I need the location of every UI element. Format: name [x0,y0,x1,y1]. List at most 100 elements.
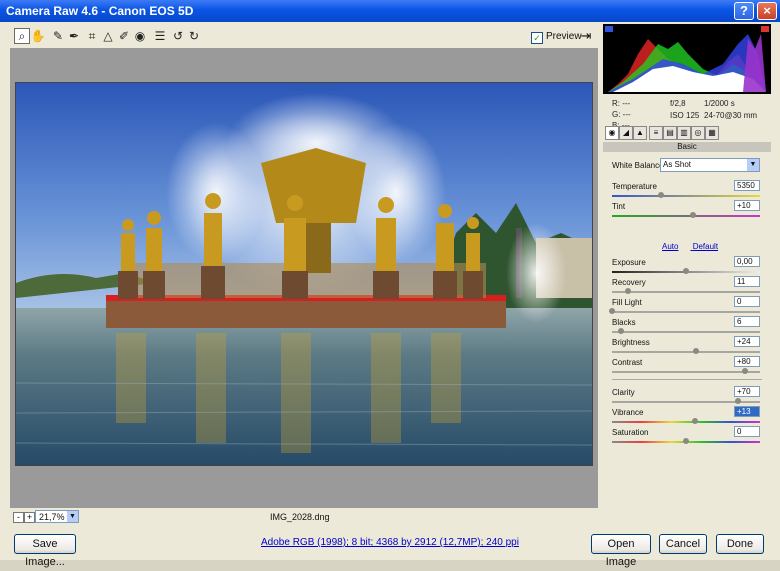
slider-label: Tint [612,202,626,211]
tab-detail[interactable]: ▲ [633,126,647,140]
slider-track[interactable] [612,215,760,217]
title-bar: Camera Raw 4.6 - Canon EOS 5D ? × [0,0,780,22]
slider-value-field[interactable]: 11 [734,276,760,287]
workflow-options-link[interactable]: Adobe RGB (1998); 8 bit; 4368 by 2912 (1… [220,537,560,548]
slider-thumb[interactable] [734,398,741,404]
slider-value-field[interactable]: 5350 [734,180,760,191]
zoom-out-button[interactable]: - [13,512,24,523]
aperture: f/2,8 [670,99,686,108]
slider-track[interactable] [612,195,760,197]
slider-value-field[interactable]: +10 [734,200,760,211]
preview-checkbox[interactable]: ✓ [531,32,543,44]
tab-presets[interactable]: ▦ [705,126,719,140]
slider-thumb[interactable] [742,368,749,374]
tab-camera-calibration[interactable]: ◎ [691,126,705,140]
slider-label: Contrast [612,358,643,367]
shadow-clipping-icon[interactable] [605,26,613,32]
chevron-down-icon[interactable]: ▼ [747,159,759,171]
rotate-left-icon[interactable]: ↺ [170,28,186,44]
slider-value-field[interactable]: +70 [734,386,760,397]
slider-thumb[interactable] [609,308,615,314]
done-button[interactable]: Done [716,534,764,554]
tab-lens-corrections[interactable]: ▥ [677,126,691,140]
lens: 24-70@30 mm [704,111,758,120]
iso: ISO 125 [670,111,700,120]
white-balance-icon[interactable]: ✎ [50,28,66,44]
slider-thumb[interactable] [657,192,664,198]
slider-label: Fill Light [612,298,642,307]
histogram [603,24,771,94]
slider-thumb[interactable] [683,438,689,444]
readout-g: G: --- [612,110,631,119]
preferences-icon[interactable]: ☰ [152,28,168,44]
slider-thumb[interactable] [691,418,698,424]
slider-saturation[interactable]: Saturation 0 [612,426,762,450]
white-balance-value: As Shot [663,160,692,169]
slider-value-field[interactable]: 6 [734,316,760,327]
highlight-clipping-icon[interactable] [761,26,769,32]
zoom-in-button[interactable]: + [24,512,35,523]
slider-thumb[interactable] [625,288,632,294]
slider-value-field[interactable]: +80 [734,356,760,367]
open-image-button[interactable]: Open Image [591,534,651,568]
chevron-down-icon[interactable]: ▼ [67,511,78,522]
slider-thumb[interactable] [617,328,624,334]
slider-label: Temperature [612,182,657,191]
slider-value-field[interactable]: 0 [734,426,760,437]
hand-icon[interactable]: ✋ [30,28,46,44]
section-basic-label: Basic [677,142,697,151]
auto-link[interactable]: Auto [662,242,678,251]
slider-track[interactable] [612,331,760,333]
slider-value-field[interactable]: 0 [734,296,760,307]
slider-thumb[interactable] [690,212,697,218]
slider-label: Blacks [612,318,636,327]
zoom-select[interactable]: 21,7% ▼ [35,510,79,523]
adjustments-panel: R: --- G: --- B: --- f/2,8 ISO 125 1/200… [600,22,776,524]
slider-tint[interactable]: Tint +10 [612,200,762,224]
panel-tabs: ◉ ◢ ▲ ≡ ▤ ▥ ◎ ▦ [603,126,771,140]
tab-basic[interactable]: ◉ [605,126,619,140]
photo-preview [15,82,593,466]
image-canvas[interactable] [10,48,598,508]
slider-track[interactable] [612,421,760,423]
default-link[interactable]: Default [693,242,718,251]
straighten-icon[interactable]: △ [100,28,116,44]
cancel-button[interactable]: Cancel [659,534,707,554]
red-eye-icon[interactable]: ◉ [132,28,148,44]
slider-track[interactable] [612,311,760,313]
preview-label: Preview [546,31,582,42]
slider-track[interactable] [612,371,760,373]
slider-value-field[interactable]: +24 [734,336,760,347]
slider-value-field[interactable]: 0,00 [734,256,760,267]
white-balance-select[interactable]: As Shot ▼ [660,158,760,172]
divider [612,379,762,380]
tab-tone-curve[interactable]: ◢ [619,126,633,140]
help-button[interactable]: ? [734,2,754,20]
basic-panel: White Balance: As Shot ▼ Temperature 535… [600,154,776,524]
slider-value-field[interactable]: +13 [734,406,760,417]
fountain-photo [16,83,592,465]
crop-icon[interactable]: ⌗ [84,28,100,44]
fullscreen-icon[interactable]: ⇥ [578,28,594,44]
slider-track[interactable] [612,351,760,353]
save-image-button[interactable]: Save Image... [14,534,76,568]
dialog-footer: Save Image... Adobe RGB (1998); 8 bit; 4… [0,528,780,568]
rotate-right-icon[interactable]: ↻ [186,28,202,44]
slider-label: Brightness [612,338,650,347]
retouch-icon[interactable]: ✐ [116,28,132,44]
section-title: Basic [603,142,771,152]
preview-toggle[interactable]: ✓ Preview [531,30,582,44]
slider-label: Saturation [612,428,649,437]
zoom-icon[interactable]: ⌕ [14,28,30,44]
close-button[interactable]: × [757,2,777,20]
tab-split-toning[interactable]: ▤ [663,126,677,140]
slider-thumb[interactable] [683,268,689,274]
slider-track[interactable] [612,291,760,293]
slider-contrast[interactable]: Contrast +80 [612,356,762,380]
canvas-status-bar: - + 21,7% ▼ IMG_2028.dng [10,510,598,526]
slider-label: Recovery [612,278,646,287]
tab-hsl[interactable]: ≡ [649,126,663,140]
slider-thumb[interactable] [693,348,700,354]
color-sampler-icon[interactable]: ✒ [66,28,82,44]
filename-label: IMG_2028.dng [270,512,330,522]
